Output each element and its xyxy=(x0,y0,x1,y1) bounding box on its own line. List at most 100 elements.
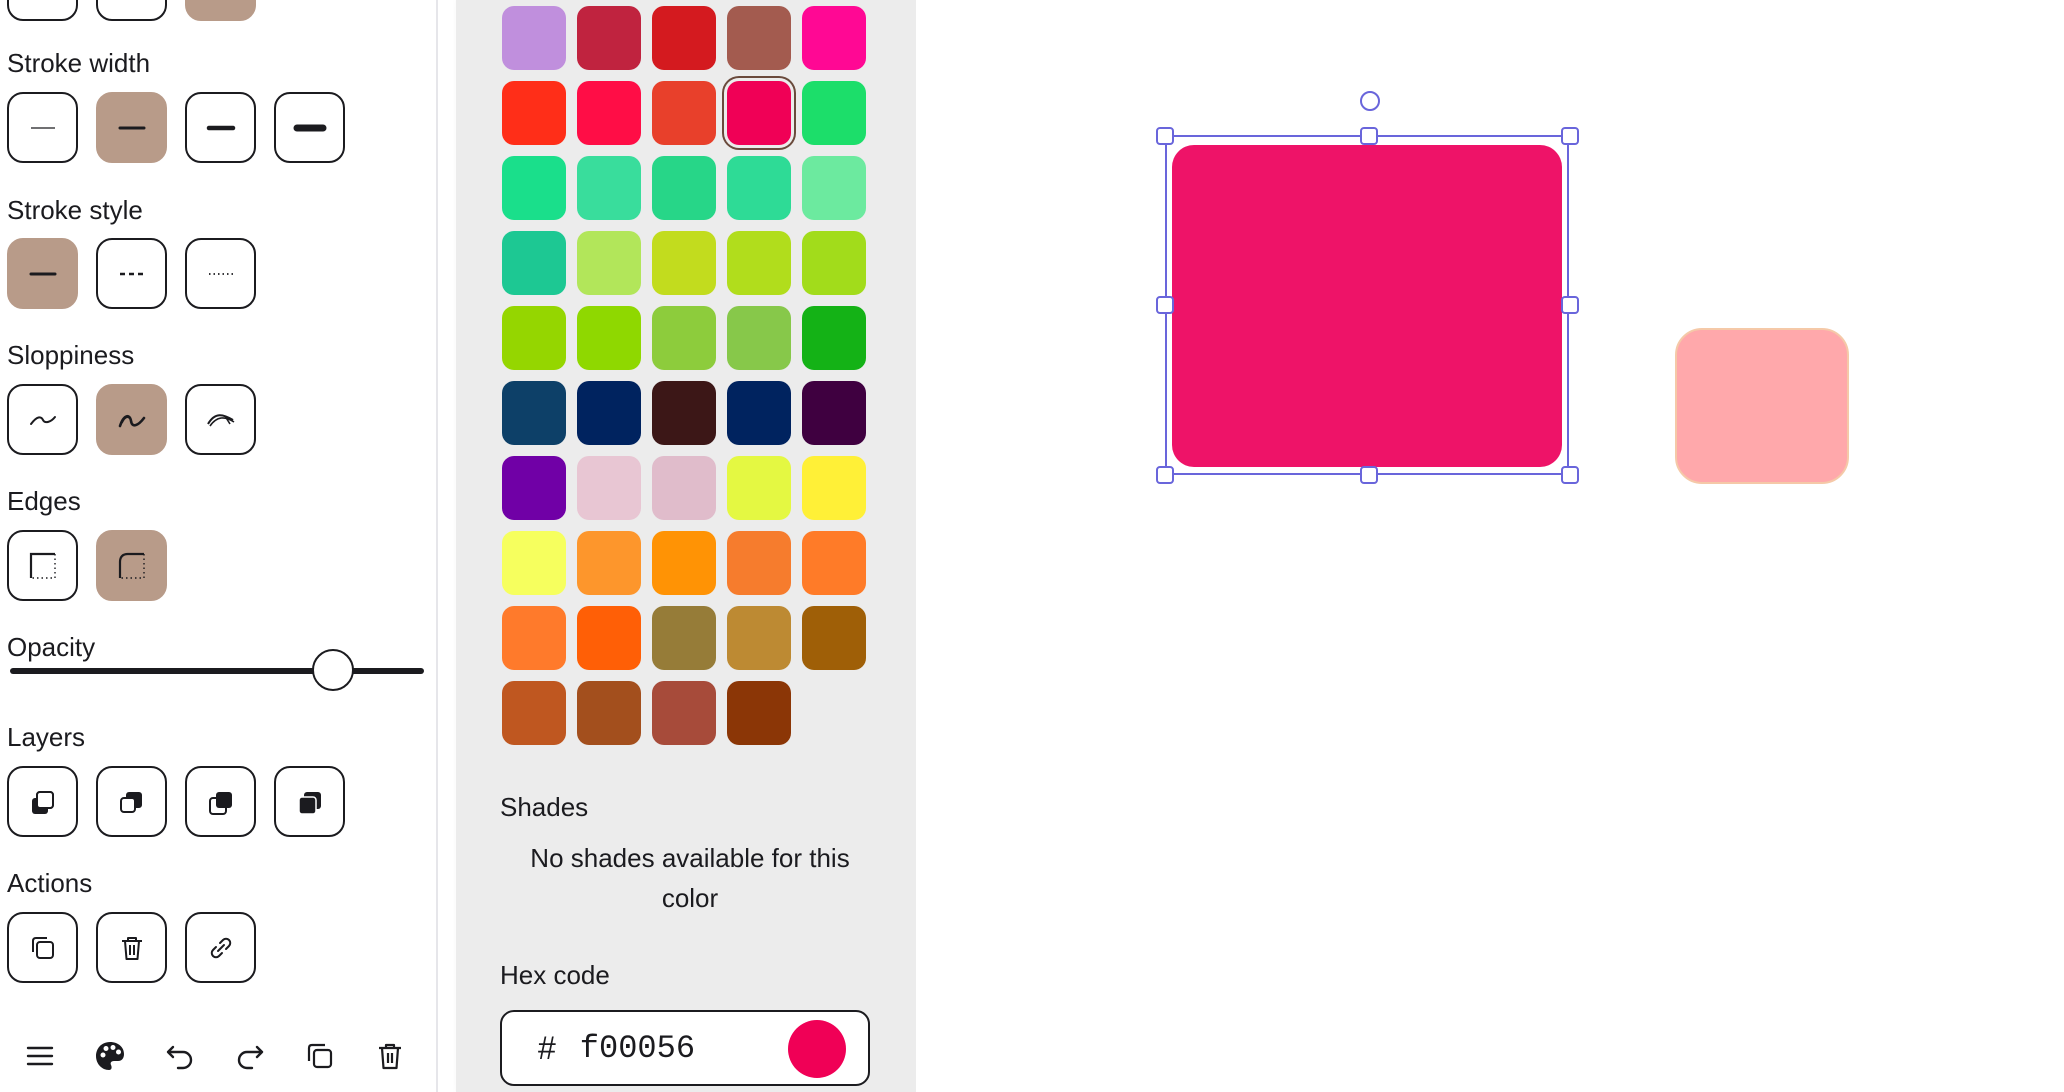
hex-code-input[interactable] xyxy=(579,1029,770,1067)
color-swatch[interactable] xyxy=(802,231,866,295)
resize-handle-nw[interactable] xyxy=(1156,127,1174,145)
color-swatch[interactable] xyxy=(652,456,716,520)
color-swatch[interactable] xyxy=(502,81,566,145)
edges-sharp-icon xyxy=(29,552,56,579)
color-swatch[interactable] xyxy=(577,606,641,670)
duplicate-button[interactable] xyxy=(7,912,78,983)
color-swatch[interactable] xyxy=(727,531,791,595)
bring-to-front-button[interactable] xyxy=(274,766,345,837)
color-swatch[interactable] xyxy=(577,156,641,220)
color-swatch[interactable] xyxy=(652,306,716,370)
stroke-width-bold-button[interactable] xyxy=(96,92,167,163)
color-swatch[interactable] xyxy=(577,81,641,145)
resize-handle-s[interactable] xyxy=(1360,466,1378,484)
color-swatch[interactable] xyxy=(727,6,791,70)
resize-handle-ne[interactable] xyxy=(1561,127,1579,145)
color-swatch[interactable] xyxy=(802,531,866,595)
color-swatch[interactable] xyxy=(577,6,641,70)
stroke-style-dotted-button[interactable] xyxy=(185,238,256,309)
color-swatch[interactable] xyxy=(727,606,791,670)
color-swatch[interactable] xyxy=(727,81,791,145)
color-swatch[interactable] xyxy=(727,156,791,220)
color-swatch[interactable] xyxy=(502,456,566,520)
color-swatch[interactable] xyxy=(727,306,791,370)
background-solid-button[interactable] xyxy=(96,0,167,21)
stroke-style-dashed-button[interactable] xyxy=(96,238,167,309)
background-transparent-button[interactable] xyxy=(7,0,78,21)
resize-handle-w[interactable] xyxy=(1156,296,1174,314)
resize-handle-se[interactable] xyxy=(1561,466,1579,484)
color-swatch[interactable] xyxy=(652,606,716,670)
color-swatch[interactable] xyxy=(727,456,791,520)
link-button[interactable] xyxy=(185,912,256,983)
color-swatch[interactable] xyxy=(652,381,716,445)
stroke-style-label: Stroke style xyxy=(7,195,143,225)
edges-round-button[interactable] xyxy=(96,530,167,601)
color-swatch[interactable] xyxy=(652,6,716,70)
rotation-handle[interactable] xyxy=(1360,91,1380,111)
undo-icon[interactable] xyxy=(162,1038,198,1074)
color-swatch[interactable] xyxy=(802,81,866,145)
color-swatch[interactable] xyxy=(652,81,716,145)
drawing-canvas[interactable] xyxy=(916,0,2064,1092)
color-swatch[interactable] xyxy=(577,531,641,595)
stroke-width-heavy-button[interactable] xyxy=(274,92,345,163)
edges-sharp-button[interactable] xyxy=(7,530,78,601)
sloppiness-artist-button[interactable] xyxy=(96,384,167,455)
hex-code-field[interactable]: # xyxy=(500,1010,870,1086)
color-swatch[interactable] xyxy=(727,681,791,745)
sloppiness-cartoonist-button[interactable] xyxy=(185,384,256,455)
stroke-bold-icon xyxy=(118,126,145,129)
color-swatch[interactable] xyxy=(502,306,566,370)
background-current-button[interactable] xyxy=(185,0,256,21)
resize-handle-n[interactable] xyxy=(1360,127,1378,145)
color-swatch[interactable] xyxy=(502,6,566,70)
hex-color-preview[interactable] xyxy=(788,1020,846,1078)
trash-icon[interactable] xyxy=(372,1038,408,1074)
color-swatch[interactable] xyxy=(802,606,866,670)
color-swatch[interactable] xyxy=(502,531,566,595)
resize-handle-e[interactable] xyxy=(1561,296,1579,314)
color-swatch[interactable] xyxy=(727,231,791,295)
sloppiness-architect-button[interactable] xyxy=(7,384,78,455)
color-swatch[interactable] xyxy=(802,456,866,520)
color-swatch[interactable] xyxy=(652,681,716,745)
color-swatch[interactable] xyxy=(652,531,716,595)
send-backward-button[interactable] xyxy=(96,766,167,837)
actions-label: Actions xyxy=(7,868,93,898)
stroke-width-extra-bold-button[interactable] xyxy=(185,92,256,163)
color-swatch[interactable] xyxy=(502,231,566,295)
color-swatch[interactable] xyxy=(502,156,566,220)
stroke-style-solid-button[interactable] xyxy=(7,238,78,309)
color-swatch[interactable] xyxy=(652,231,716,295)
color-swatch[interactable] xyxy=(577,381,641,445)
color-swatch[interactable] xyxy=(577,681,641,745)
opacity-slider-knob[interactable] xyxy=(311,649,354,691)
bring-to-front-icon xyxy=(297,791,321,815)
send-to-back-button[interactable] xyxy=(7,766,78,837)
redo-icon[interactable] xyxy=(232,1038,268,1074)
color-swatch[interactable] xyxy=(652,156,716,220)
palette-icon[interactable] xyxy=(92,1038,128,1074)
color-swatch[interactable] xyxy=(802,306,866,370)
delete-button[interactable] xyxy=(96,912,167,983)
color-swatch[interactable] xyxy=(577,306,641,370)
pink-rectangle[interactable] xyxy=(1675,328,1849,484)
color-swatch[interactable] xyxy=(577,456,641,520)
color-swatch[interactable] xyxy=(502,681,566,745)
color-swatch[interactable] xyxy=(502,381,566,445)
bottom-toolbar xyxy=(0,1020,438,1092)
opacity-slider[interactable] xyxy=(10,649,424,691)
color-swatch[interactable] xyxy=(727,381,791,445)
color-swatch[interactable] xyxy=(577,231,641,295)
bring-forward-button[interactable] xyxy=(185,766,256,837)
color-swatch[interactable] xyxy=(502,606,566,670)
color-swatch[interactable] xyxy=(802,381,866,445)
hamburger-menu-icon[interactable] xyxy=(22,1038,58,1074)
selection-box xyxy=(1165,135,1569,475)
color-swatch[interactable] xyxy=(802,156,866,220)
stroke-width-thin-button[interactable] xyxy=(7,92,78,163)
color-swatch[interactable] xyxy=(802,6,866,70)
resize-handle-sw[interactable] xyxy=(1156,466,1174,484)
duplicate-icon[interactable] xyxy=(302,1038,338,1074)
